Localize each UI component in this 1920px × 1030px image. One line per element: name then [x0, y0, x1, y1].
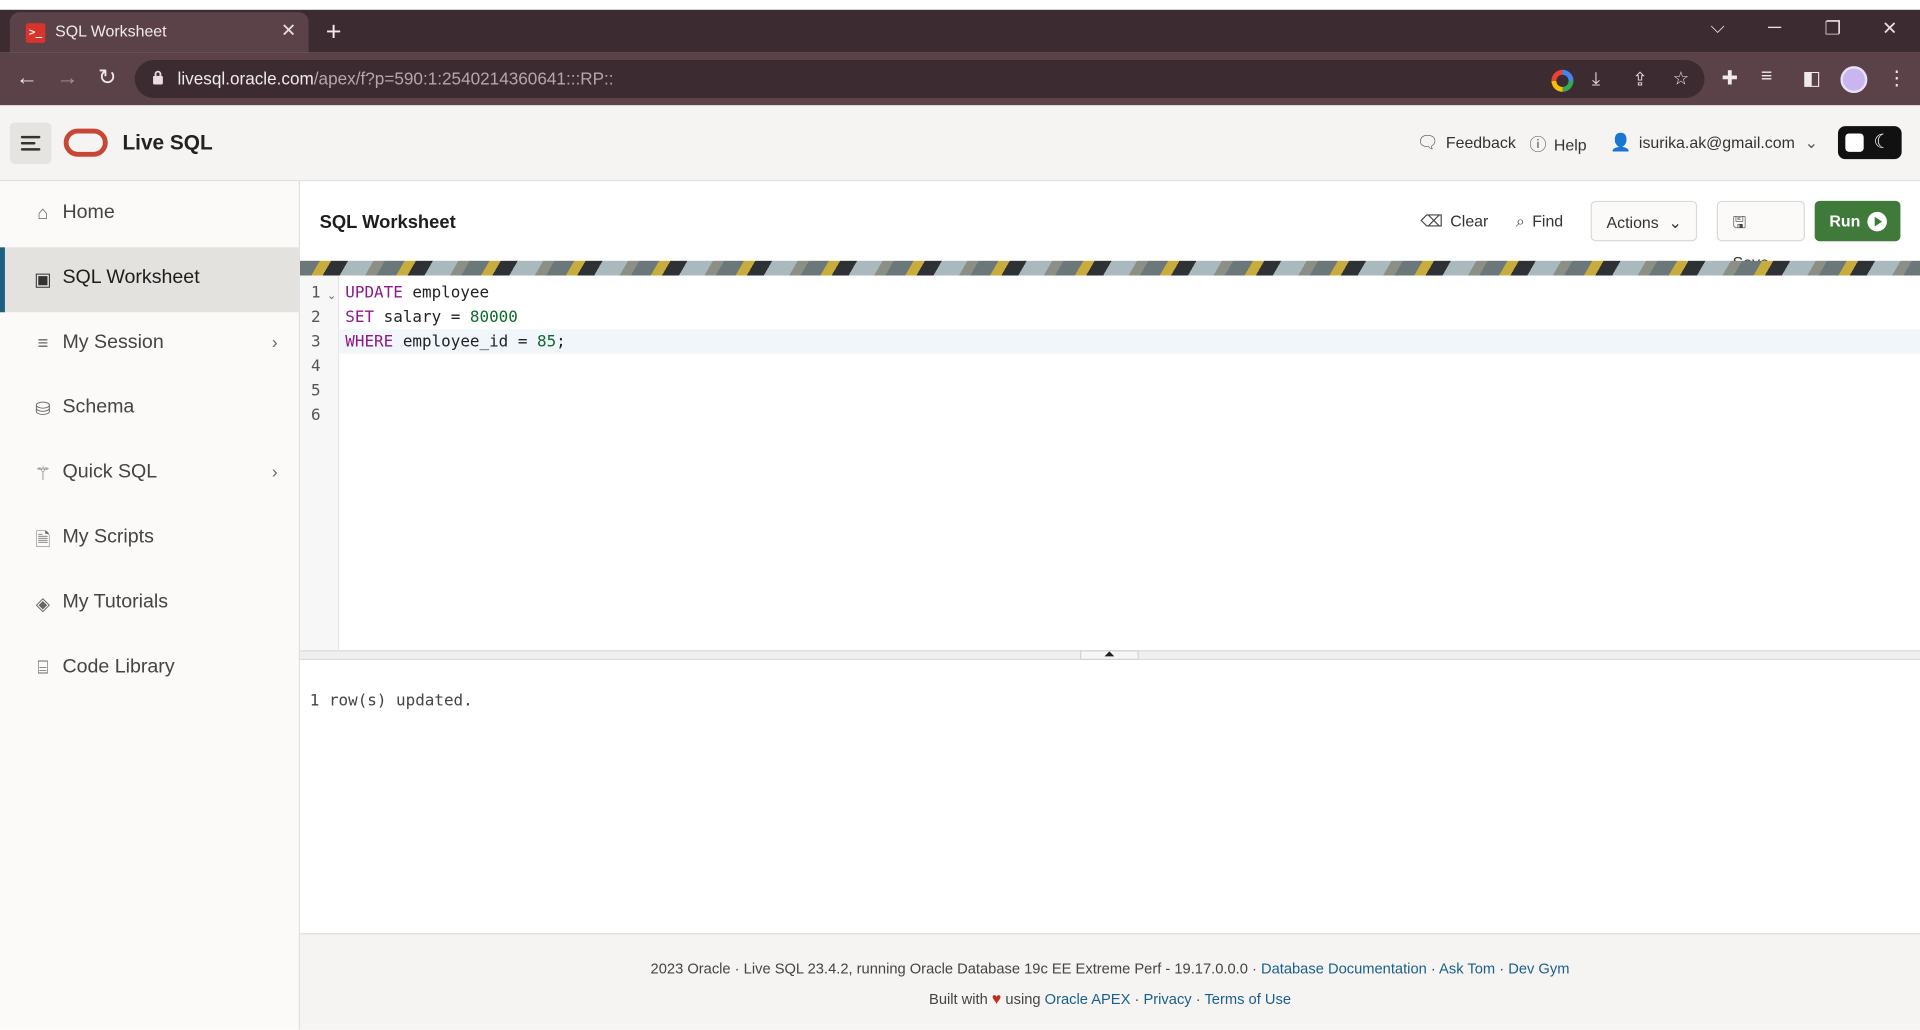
list-icon: ≡ [37, 333, 49, 354]
terminal-icon: ▣ [34, 269, 52, 291]
code-line: UPDATE employee [345, 284, 490, 303]
comment-icon: 🗨 [1416, 132, 1439, 152]
database-icon: ⛁ [35, 399, 51, 421]
heart-icon: ♥ [991, 989, 1002, 1008]
collapse-handle-icon[interactable] [1080, 650, 1139, 661]
document-icon: 🗎 [35, 530, 51, 552]
chevron-down-icon: ⌄ [1804, 133, 1818, 152]
line-number: 4 [311, 357, 321, 376]
feedback-link[interactable]: 🗨 Feedback [1417, 132, 1516, 153]
fold-chevron-icon[interactable]: ⌄ [327, 289, 336, 302]
question-icon: ⓘ [1529, 134, 1547, 155]
line-number: 5 [311, 382, 321, 401]
sidebar-item-schema[interactable]: ⛁ Schema [0, 377, 299, 442]
moon-icon: ☾ [1873, 132, 1892, 154]
tab-search-chevron-icon[interactable]: ⌵ [1711, 17, 1725, 38]
user-icon: 👤 [1610, 132, 1632, 152]
find-button[interactable]: ⌕ Find [1516, 201, 1563, 241]
line-number: 6 [311, 406, 321, 425]
eraser-icon: ⌫ [1420, 211, 1443, 231]
profile-avatar[interactable] [1840, 66, 1868, 94]
lock-icon [153, 70, 163, 85]
find-icon: ⌕ [1515, 211, 1525, 231]
back-arrow-icon[interactable]: ← [16, 65, 38, 91]
page-footer: 2023 Oracle · Live SQL 23.4.2, running O… [300, 933, 1920, 1030]
privacy-link[interactable]: Privacy [1143, 991, 1191, 1008]
url-text: livesql.oracle.com/apex/f?p=590:1:254021… [177, 68, 614, 89]
sidebar-item-my-session[interactable]: ≡ My Session › [0, 312, 299, 377]
ask-tom-link[interactable]: Ask Tom [1439, 960, 1495, 977]
restore-icon[interactable]: ❐ [1825, 17, 1841, 39]
chevron-right-icon: › [271, 331, 278, 352]
sql-code-editor[interactable]: 1 ⌄ 2 3 4 5 6 UPDATE employee SET salary… [300, 275, 1920, 651]
database-documentation-link[interactable]: Database Documentation [1261, 960, 1427, 977]
user-menu[interactable]: 👤 isurika.ak@gmail.com ⌄ [1610, 132, 1818, 153]
decorative-banner [300, 260, 1920, 276]
window-close-icon[interactable]: ✕ [1882, 17, 1897, 39]
terms-of-use-link[interactable]: Terms of Use [1204, 991, 1291, 1008]
actions-menu-button[interactable]: Actions ⌄ [1590, 200, 1698, 242]
magic-wand-icon: ⚚ [34, 464, 52, 485]
minimize-icon[interactable]: ─ [1768, 17, 1781, 38]
library-icon: ⌸ [37, 657, 49, 679]
browser-tab-bar: >_ SQL Worksheet ✕ + ⌵ ─ ❐ ✕ [0, 9, 1920, 53]
address-bar[interactable]: livesql.oracle.com/apex/f?p=590:1:254021… [134, 60, 1705, 98]
install-app-icon[interactable]: ⤓ [1592, 69, 1600, 90]
line-number-gutter: 1 ⌄ 2 3 4 5 6 [300, 275, 340, 651]
app-title: Live SQL [122, 131, 213, 155]
extensions-puzzle-icon[interactable]: ✚ [1722, 66, 1738, 90]
oracle-logo [63, 128, 108, 157]
page-title: SQL Worksheet [319, 211, 456, 233]
clear-button[interactable]: ⌫ Clear [1420, 201, 1488, 241]
play-icon [1867, 211, 1887, 232]
footer-line-2: Built with ♥ using Oracle APEX · Privacy… [929, 989, 1292, 1008]
hamburger-menu-icon[interactable] [9, 122, 52, 165]
forward-arrow-icon[interactable]: → [56, 65, 78, 91]
browser-tab[interactable]: >_ SQL Worksheet ✕ [9, 12, 309, 53]
tab-close-icon[interactable]: ✕ [281, 20, 296, 42]
light-mode-icon [1845, 133, 1864, 152]
code-line: WHERE employee_id = 85; [345, 333, 566, 352]
active-line-highlight [339, 329, 1920, 354]
chevron-right-icon: › [271, 461, 278, 482]
sidebar-item-my-tutorials[interactable]: ◈ My Tutorials [0, 572, 299, 637]
browser-menu-icon[interactable]: ⋮ [1887, 66, 1907, 90]
reading-list-icon[interactable]: ≡ [1761, 66, 1772, 88]
new-tab-button[interactable]: + [326, 16, 342, 48]
side-panel-icon[interactable]: ◧ [1802, 66, 1821, 90]
sidebar-item-home[interactable]: ⌂ Home [0, 182, 299, 247]
home-icon: ⌂ [37, 203, 49, 225]
sidebar-item-my-scripts[interactable]: 🗎 My Scripts [0, 507, 299, 572]
footer-line-1: 2023 Oracle · Live SQL 23.4.2, running O… [650, 960, 1570, 978]
bookmark-star-icon[interactable]: ☆ [1673, 67, 1689, 90]
tab-title: SQL Worksheet [55, 22, 167, 41]
line-number: 3 [311, 333, 321, 352]
line-number: 1 [311, 284, 321, 303]
query-output: 1 row(s) updated. [309, 691, 473, 711]
save-button[interactable]: 🖫Save [1716, 200, 1805, 272]
theme-toggle[interactable]: ☾ [1837, 126, 1902, 160]
help-link[interactable]: ⓘ Help [1529, 132, 1586, 156]
save-disk-icon: 🖫 [1732, 213, 1747, 232]
editor-results-splitter[interactable] [300, 650, 1920, 661]
terminal-favicon-icon: >_ [25, 23, 46, 43]
sidebar-nav: ⌂ Home ▣ SQL Worksheet ≡ My Session › ⛁ … [0, 181, 301, 1030]
top-strip [0, 0, 1920, 10]
chevron-down-icon: ⌄ [1668, 213, 1682, 232]
line-number: 2 [311, 308, 321, 327]
worksheet-region: SQL Worksheet ⌫Clear ⌕Find Actions⌄ 🖫Sav… [300, 181, 1920, 934]
app-header: Live SQL 🗨 Feedback ⓘ Help 👤 isurika.ak@gma… [0, 105, 1920, 182]
page: >_ SQL Worksheet ✕ + ⌵ ─ ❐ ✕ ← → ↻ lives… [0, 0, 1920, 1030]
code-line: SET salary = 80000 [345, 308, 518, 327]
run-button[interactable]: Run [1814, 200, 1901, 242]
oracle-apex-link[interactable]: Oracle APEX [1045, 991, 1131, 1008]
sidebar-item-quick-sql[interactable]: ⚚ Quick SQL › [0, 442, 299, 507]
google-lens-icon[interactable] [1551, 69, 1574, 92]
reload-icon[interactable]: ↻ [98, 65, 116, 91]
dev-gym-link[interactable]: Dev Gym [1508, 960, 1569, 977]
graduation-cap-icon: ◈ [35, 593, 50, 615]
sidebar-item-sql-worksheet[interactable]: ▣ SQL Worksheet [0, 247, 299, 313]
sidebar-item-code-library[interactable]: ⌸ Code Library [0, 637, 299, 702]
share-icon[interactable]: ⇪ [1632, 69, 1647, 91]
